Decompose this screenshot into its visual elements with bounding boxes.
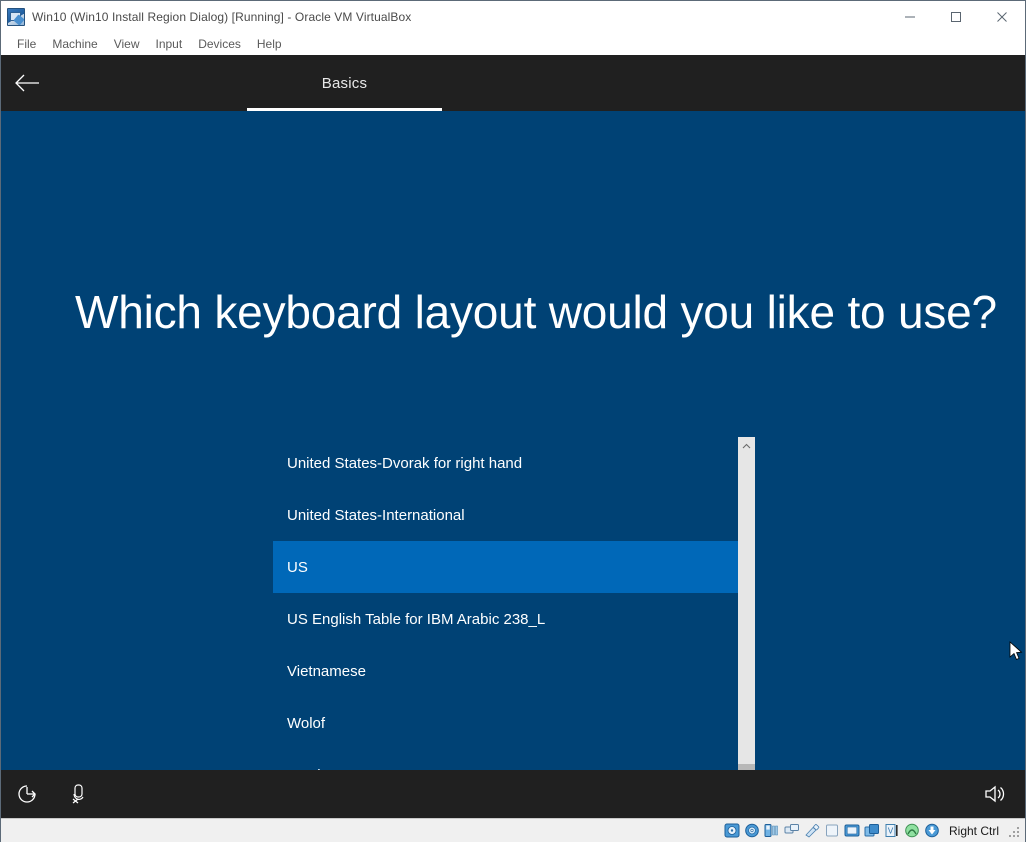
back-arrow-icon[interactable] [3, 59, 51, 107]
list-item[interactable]: US English Table for IBM Arabic 238_L [273, 593, 738, 645]
recording-icon[interactable] [863, 822, 881, 839]
close-icon[interactable] [979, 1, 1025, 33]
list-item-label: US [287, 558, 308, 576]
oobe-footer [1, 770, 1025, 818]
floppy-disk-icon[interactable] [763, 822, 781, 839]
list-item-label: Vietnamese [287, 662, 366, 680]
list-item[interactable]: Wolof [273, 697, 738, 749]
hard-disk-icon[interactable] [723, 822, 741, 839]
svg-text:V: V [888, 827, 894, 836]
layout-list-items: United States-Dvorak for right hand Unit… [273, 437, 738, 797]
window-controls [887, 1, 1025, 33]
status-icon-group: V Right Ctrl [723, 822, 1019, 839]
maximize-icon[interactable] [933, 1, 979, 33]
list-scrollbar[interactable] [738, 437, 755, 797]
menu-item-file[interactable]: File [9, 35, 44, 53]
menu-item-help[interactable]: Help [249, 35, 290, 53]
host-key-icon[interactable] [923, 822, 941, 839]
page-title: Which keyboard layout would you like to … [75, 286, 997, 338]
resize-grip[interactable] [1007, 825, 1019, 837]
list-item[interactable]: United States-International [273, 489, 738, 541]
shared-folders-icon[interactable] [823, 822, 841, 839]
ease-of-access-icon[interactable] [5, 772, 49, 816]
chevron-up-icon[interactable] [738, 437, 755, 454]
mouse-pointer-icon [1009, 641, 1023, 661]
vm-guest-screen[interactable]: Basics Which keyboard layout would you l… [1, 55, 1025, 818]
optical-disk-icon[interactable] [743, 822, 761, 839]
keyboard-layout-list[interactable]: United States-Dvorak for right hand Unit… [273, 437, 755, 797]
menu-bar: File Machine View Input Devices Help [1, 33, 1025, 55]
display-icon[interactable] [843, 822, 861, 839]
tab-basics-label: Basics [321, 74, 368, 92]
menu-item-input[interactable]: Input [148, 35, 191, 53]
virtualbox-icon [7, 8, 25, 26]
oobe-header: Basics [1, 55, 1025, 111]
list-item[interactable]: United States-Dvorak for right hand [273, 437, 738, 489]
network-icon[interactable] [783, 822, 801, 839]
vm-features-icon[interactable]: V [883, 822, 901, 839]
minimize-icon[interactable] [887, 1, 933, 33]
mouse-capture-icon[interactable] [903, 822, 921, 839]
virtualbox-status-bar: V Right Ctrl [1, 818, 1025, 842]
tab-basics[interactable]: Basics [247, 55, 442, 111]
list-item-label: US English Table for IBM Arabic 238_L [287, 610, 546, 628]
list-item-selected[interactable]: US [273, 541, 738, 593]
list-item-label: United States-International [287, 506, 465, 524]
input-method-icon[interactable] [57, 772, 101, 816]
menu-item-view[interactable]: View [106, 35, 148, 53]
menu-item-machine[interactable]: Machine [44, 35, 105, 53]
title-bar: Win10 (Win10 Install Region Dialog) [Run… [1, 1, 1025, 33]
speaker-icon[interactable] [973, 772, 1017, 816]
oobe-body: Which keyboard layout would you like to … [1, 111, 1025, 797]
menu-item-devices[interactable]: Devices [190, 35, 249, 53]
list-item-label: Wolof [287, 714, 326, 732]
usb-icon[interactable] [803, 822, 821, 839]
list-item-label: United States-Dvorak for right hand [287, 454, 523, 472]
window-title: Win10 (Win10 Install Region Dialog) [Run… [32, 10, 412, 24]
virtualbox-window: Win10 (Win10 Install Region Dialog) [Run… [0, 0, 1026, 842]
host-key-label: Right Ctrl [948, 823, 999, 838]
list-item[interactable]: Vietnamese [273, 645, 738, 697]
